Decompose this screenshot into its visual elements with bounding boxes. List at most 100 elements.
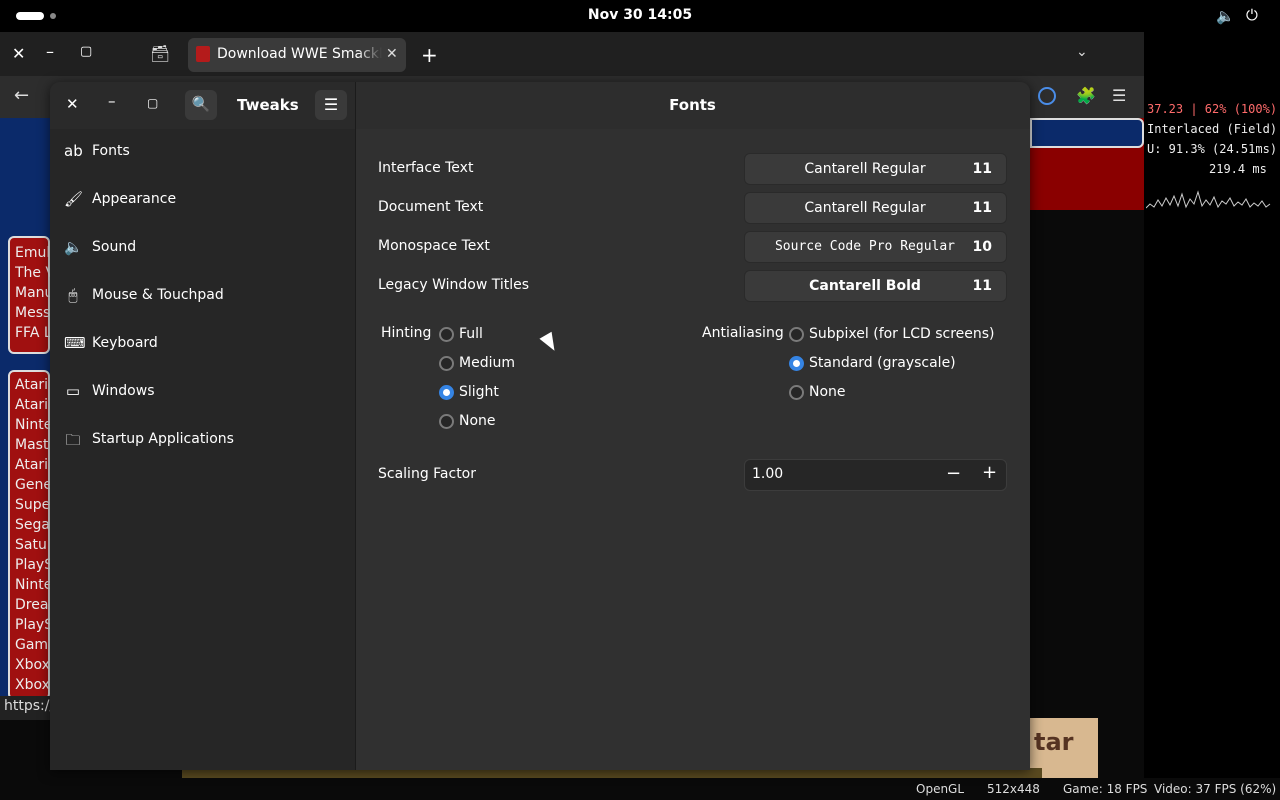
page-link[interactable]: Atari — [15, 457, 50, 473]
monospace-font-button[interactable]: Source Code Pro Regular 10 — [744, 231, 1007, 263]
sidebar-item-windows[interactable]: ▭ Windows — [50, 369, 355, 415]
page-link[interactable]: Atari — [15, 377, 50, 393]
new-tab-button[interactable]: + — [421, 43, 438, 67]
search-button[interactable]: 🔍 — [185, 90, 217, 120]
sidebar-item-sound[interactable]: 🔈 Sound — [50, 225, 355, 271]
sidebar-divider — [355, 82, 356, 770]
font-size: 11 — [972, 161, 992, 177]
radio-label[interactable]: None — [809, 384, 846, 400]
interface-font-button[interactable]: Cantarell Regular 11 — [744, 153, 1007, 185]
hinting-medium-radio[interactable] — [439, 356, 454, 371]
page-link[interactable]: Xbox — [15, 677, 50, 693]
sidebar-item-startup-applications[interactable]: 🗀 Startup Applications — [50, 417, 355, 463]
decrease-button[interactable]: − — [946, 463, 961, 484]
hinting-none-radio[interactable] — [439, 414, 454, 429]
minimize-button[interactable]: – — [108, 92, 116, 110]
page-link[interactable]: PlayS — [15, 557, 50, 573]
overlay-stat-line: Interlaced (Field) — [1147, 122, 1278, 136]
document-font-button[interactable]: Cantarell Regular 11 — [744, 192, 1007, 224]
radio-label[interactable]: None — [459, 413, 496, 429]
close-button[interactable]: ✕ — [66, 95, 79, 113]
sidebar-item-label: Mouse & Touchpad — [92, 287, 224, 303]
scaling-value-input[interactable]: 1.00 — [752, 466, 783, 482]
sidebar-item-label: Appearance — [92, 191, 177, 207]
volume-icon[interactable]: 🔈 — [1216, 7, 1235, 25]
font-name: Cantarell Regular — [804, 161, 926, 177]
page-link[interactable]: Sega — [15, 517, 50, 533]
font-size: 10 — [972, 239, 992, 255]
radio-label[interactable]: Slight — [459, 384, 499, 400]
document-text-label: Document Text — [378, 199, 484, 215]
browser-menu-icon[interactable]: ☰ — [1112, 86, 1126, 105]
page-link[interactable]: Ninte — [15, 417, 50, 433]
sidebar-item-label: Fonts — [92, 143, 130, 159]
page-link[interactable]: Atari — [15, 397, 50, 413]
radio-label[interactable]: Medium — [459, 355, 515, 371]
back-arrow-icon[interactable]: ← — [14, 85, 29, 106]
sidebar-item-appearance[interactable]: 🖌 Appearance — [50, 177, 355, 223]
extension-circle-icon[interactable] — [1038, 87, 1056, 105]
page-link[interactable]: Drea — [15, 597, 50, 613]
font-size: 11 — [972, 278, 992, 294]
page-link[interactable]: PlayS — [15, 617, 50, 633]
antialiasing-subpixel-radio[interactable] — [789, 327, 804, 342]
interface-text-label: Interface Text — [378, 160, 474, 176]
browser-minimize-button[interactable]: – — [46, 42, 54, 61]
clock[interactable]: Nov 30 14:05 — [0, 7, 1280, 23]
sidebar-item-keyboard[interactable]: ⌨ Keyboard — [50, 321, 355, 367]
page-link[interactable]: Supe — [15, 497, 50, 513]
browser-maximize-button[interactable]: ▢ — [80, 44, 92, 59]
page-link[interactable]: The V — [15, 265, 50, 281]
hinting-full-radio[interactable] — [439, 327, 454, 342]
overlay-stat-line: 219.4 ms — [1209, 162, 1267, 176]
hamburger-icon: ☰ — [323, 95, 339, 114]
mouse-icon: 🖱 — [68, 286, 78, 304]
hinting-slight-radio[interactable] — [439, 385, 454, 400]
page-link[interactable]: Mess — [15, 305, 50, 321]
browser-close-button[interactable]: ✕ — [12, 44, 25, 63]
page-right-header — [1030, 118, 1144, 148]
window-icon: ▭ — [65, 382, 81, 400]
wwe-favicon-icon — [196, 46, 210, 62]
antialiasing-none-radio[interactable] — [789, 385, 804, 400]
page-link[interactable]: Emul — [15, 245, 50, 261]
page-link[interactable]: Satu — [15, 537, 50, 553]
page-link[interactable]: Ninte — [15, 577, 50, 593]
app-title: Tweaks — [237, 96, 299, 114]
increase-button[interactable]: + — [982, 462, 997, 483]
page-link[interactable]: Xbox — [15, 657, 50, 673]
sidebar-item-label: Startup Applications — [92, 431, 234, 447]
extensions-puzzle-icon[interactable]: 🧩 — [1076, 86, 1096, 105]
renderer-label: OpenGL — [916, 782, 965, 796]
main-menu-button[interactable]: ☰ — [315, 90, 347, 120]
page-link[interactable]: Manu — [15, 285, 50, 301]
page-link[interactable]: Mast — [15, 437, 50, 453]
page-link[interactable]: Gam — [15, 637, 50, 653]
page-link[interactable]: FFA L — [15, 325, 50, 341]
legacy-titles-font-button[interactable]: Cantarell Bold 11 — [744, 270, 1007, 302]
browser-tab-bar — [0, 32, 1144, 76]
radio-label[interactable]: Full — [459, 326, 483, 342]
power-icon[interactable]: ⏻ — [1246, 6, 1258, 24]
radio-label[interactable]: Subpixel (for LCD screens) — [809, 326, 995, 342]
tab-title[interactable]: Download WWE SmackDown — [217, 46, 382, 62]
scaling-spinbutton[interactable] — [744, 459, 1007, 491]
overlay-stat-line: U: 91.3% (24.51ms) — [1147, 142, 1278, 156]
sidebar-item-fonts[interactable]: ab Fonts — [50, 129, 355, 175]
antialiasing-standard-radio[interactable] — [789, 356, 804, 371]
sidebar-item-mouse-touchpad[interactable]: 🖱 Mouse & Touchpad — [50, 273, 355, 319]
panel-title: Fonts — [669, 96, 716, 114]
font-size: 11 — [972, 200, 992, 216]
maximize-button[interactable]: ▢ — [147, 96, 158, 110]
font-name: Source Code Pro Regular — [774, 239, 955, 254]
hinting-label: Hinting — [381, 325, 432, 341]
page-image-text: tar — [1034, 728, 1074, 756]
tab-overview-icon[interactable]: 🗃 — [150, 44, 170, 63]
radio-label[interactable]: Standard (grayscale) — [809, 355, 956, 371]
page-link[interactable]: Gene — [15, 477, 50, 493]
tab-close-icon[interactable]: ✕ — [386, 46, 398, 62]
scaling-factor-label: Scaling Factor — [378, 466, 477, 482]
sidebar-item-label: Windows — [92, 383, 155, 399]
chevron-down-icon[interactable]: ⌄ — [1076, 44, 1088, 60]
sidebar-item-label: Keyboard — [92, 335, 158, 351]
